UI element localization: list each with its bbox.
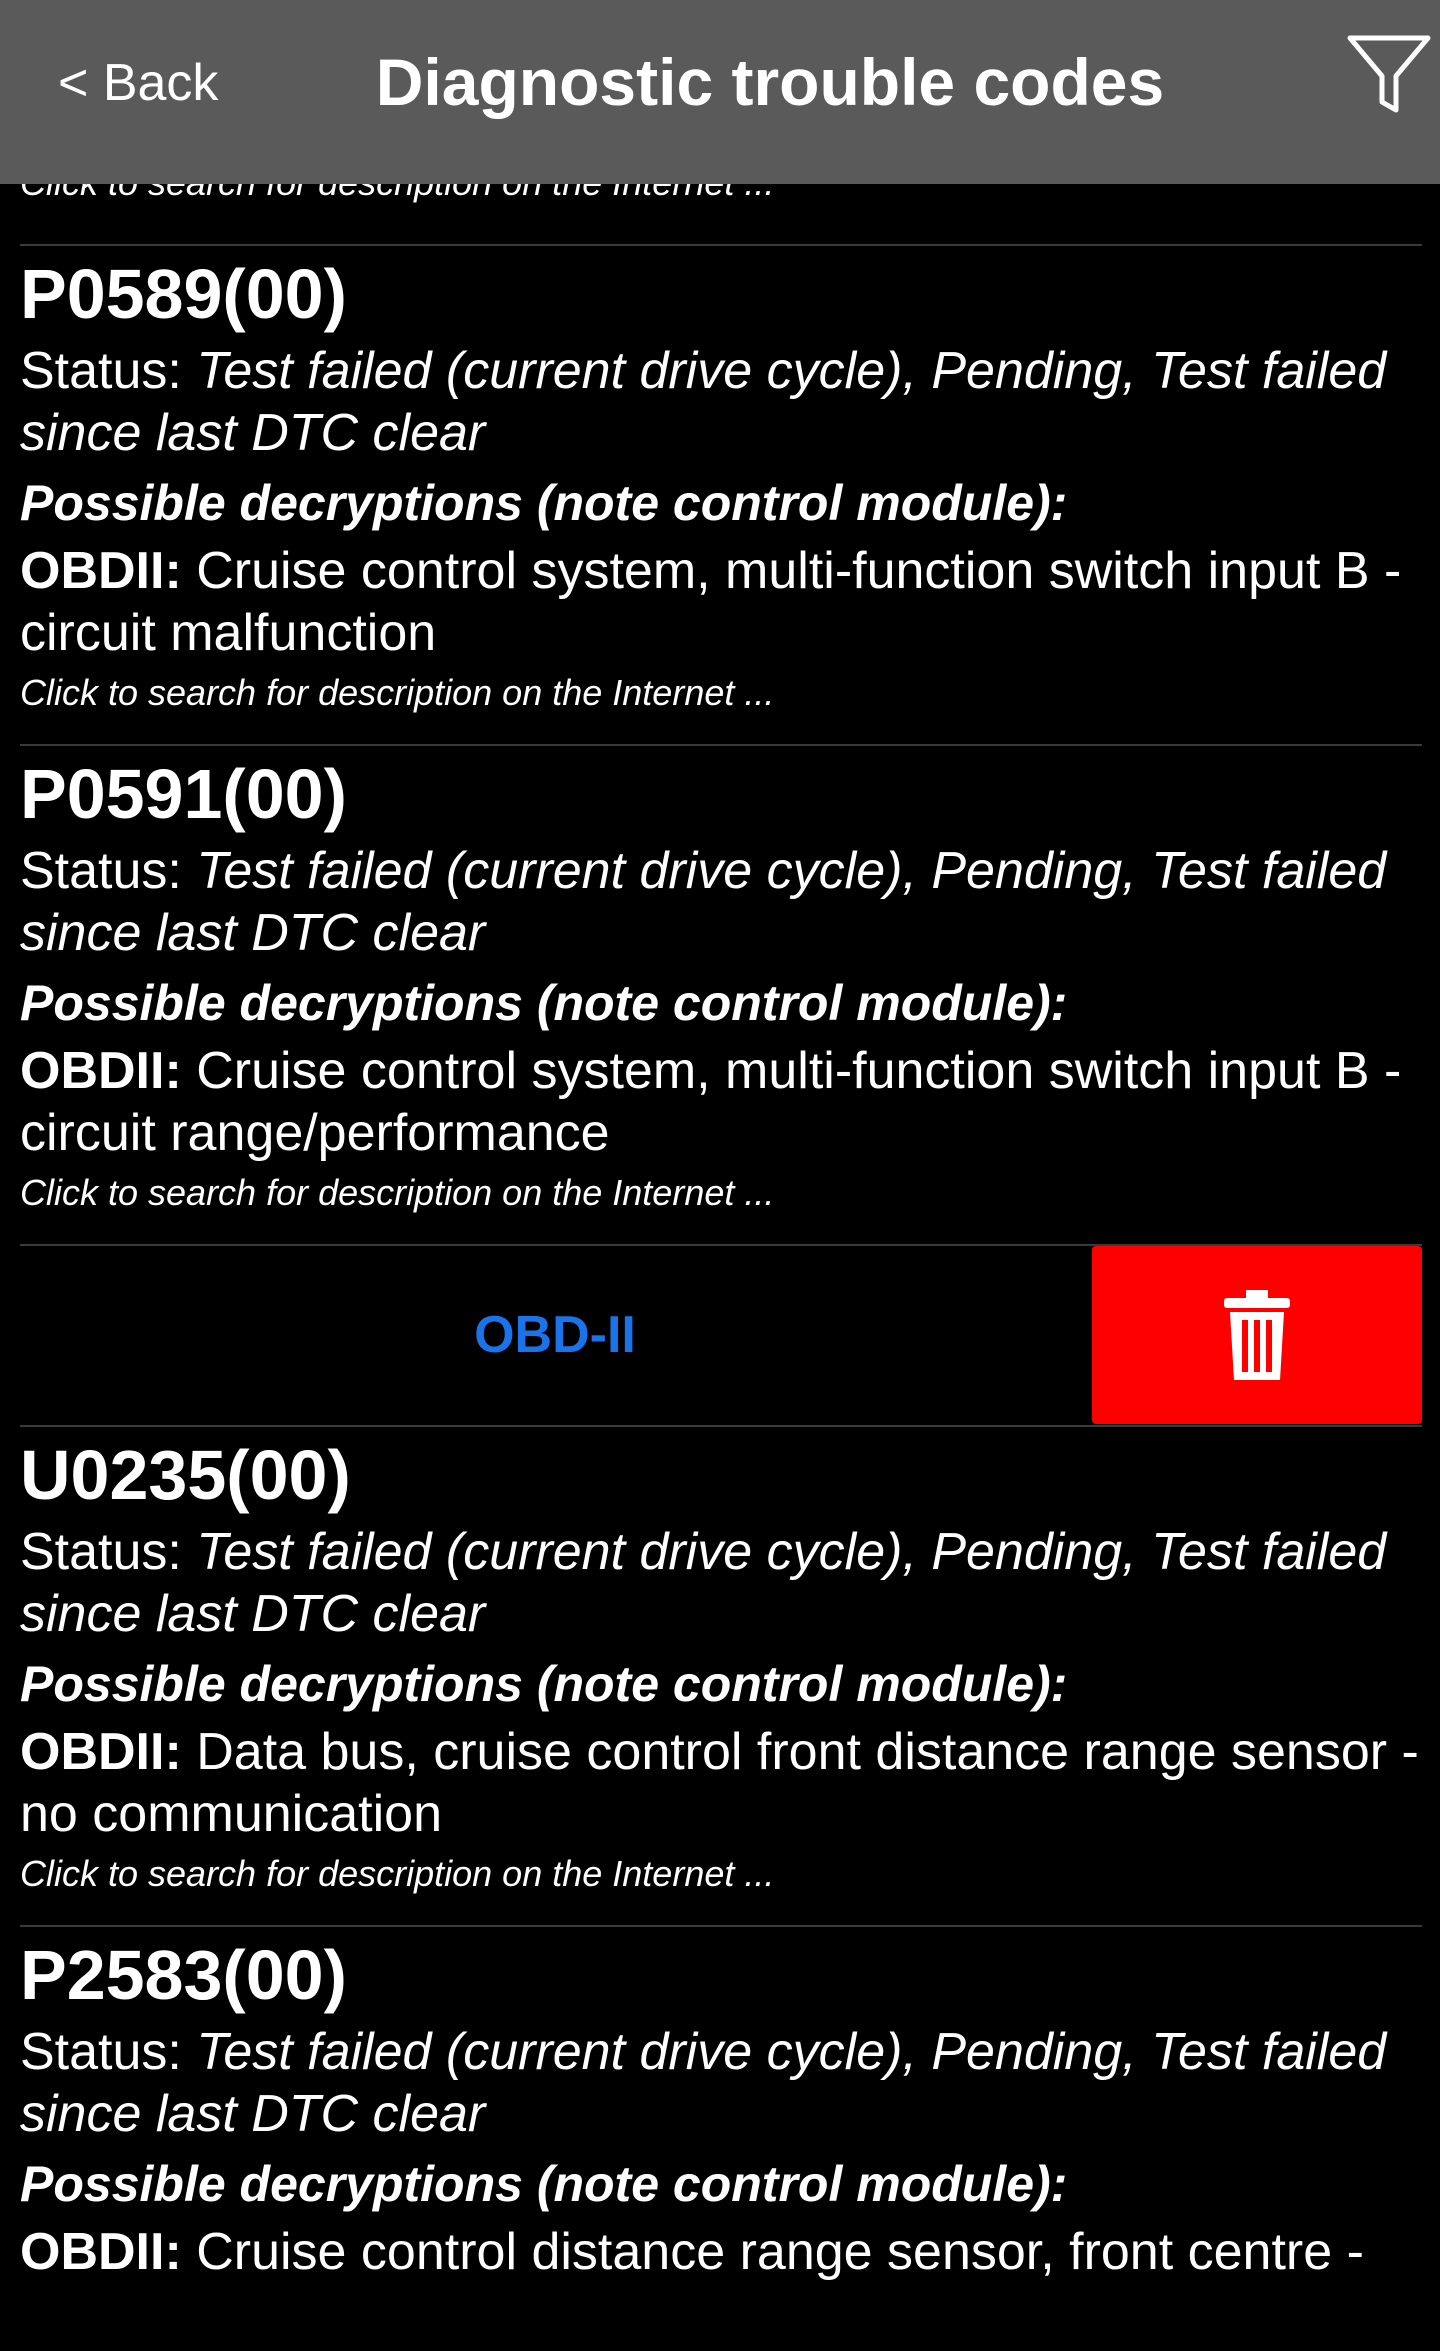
dtc-description: OBDII: Data bus, cruise control front di…	[20, 1721, 1420, 1845]
possible-decryptions-label: Possible decryptions (note control modul…	[20, 475, 1068, 531]
search-internet-link[interactable]: Click to search for description on the I…	[20, 668, 1420, 718]
dtc-description: OBDII: Cruise control system, multi-func…	[20, 540, 1420, 664]
desc-label: OBDII:	[20, 1042, 182, 1100]
status-value: Test failed (current drive cycle), Pendi…	[20, 842, 1387, 962]
possible-decryptions-label: Possible decryptions (note control modul…	[20, 1656, 1068, 1712]
dtc-list: Click to search for description on the I…	[0, 184, 1440, 2351]
dtc-code: P0589(00)	[20, 255, 347, 333]
dtc-status: Status: Test failed (current drive cycle…	[20, 2021, 1420, 2145]
search-internet-link[interactable]: Click to search for description on the I…	[20, 1168, 1420, 1218]
status-value: Test failed (current drive cycle), Pendi…	[20, 2023, 1387, 2143]
desc-value: Cruise control system, multi-function sw…	[20, 542, 1402, 662]
possible-decryptions-label: Possible decryptions (note control modul…	[20, 2156, 1068, 2212]
desc-value: Cruise control system, multi-function sw…	[20, 1042, 1402, 1162]
dtc-entry[interactable]: P0589(00) Status: Test failed (current d…	[20, 246, 1420, 718]
dtc-status: Status: Test failed (current drive cycle…	[20, 840, 1420, 964]
dtc-description: OBDII: Cruise control system, multi-func…	[20, 1040, 1420, 1164]
dtc-description: OBDII: Cruise control distance range sen…	[20, 2221, 1420, 2283]
filter-button[interactable]	[1344, 30, 1440, 130]
status-value: Test failed (current drive cycle), Pendi…	[20, 342, 1387, 462]
dtc-code: P2583(00)	[20, 1936, 347, 2014]
dtc-entry[interactable]: P0591(00) Status: Test failed (current d…	[20, 746, 1420, 1218]
dtc-status: Status: Test failed (current drive cycle…	[20, 1521, 1420, 1645]
desc-label: OBDII:	[20, 2223, 182, 2281]
app-bar: < Back Diagnostic trouble codes	[0, 0, 1440, 184]
dtc-entry[interactable]: P2583(00) Status: Test failed (current d…	[20, 1927, 1420, 2283]
dtc-code: U0235(00)	[20, 1436, 351, 1514]
desc-value: Data bus, cruise control front distance …	[20, 1723, 1419, 1843]
delete-button[interactable]	[1092, 1246, 1422, 1424]
status-label: Status:	[20, 342, 182, 400]
status-label: Status:	[20, 842, 182, 900]
desc-label: OBDII:	[20, 1723, 182, 1781]
status-label: Status:	[20, 1523, 182, 1581]
filter-funnel-icon	[1347, 35, 1431, 113]
dtc-status: Status: Test failed (current drive cycle…	[20, 340, 1420, 464]
module-group-label[interactable]: OBD-II	[20, 1246, 1090, 1424]
page-title: Diagnostic trouble codes	[375, 45, 1165, 119]
search-link-clipped[interactable]: Click to search for description on the I…	[20, 184, 774, 206]
possible-decryptions-label: Possible decryptions (note control modul…	[20, 975, 1068, 1031]
search-internet-link[interactable]: Click to search for description on the I…	[20, 1849, 1420, 1899]
dtc-code: P0591(00)	[20, 755, 347, 833]
module-group-row: OBD-II	[20, 1246, 1422, 1424]
status-label: Status:	[20, 2023, 182, 2081]
dtc-entry[interactable]: U0235(00) Status: Test failed (current d…	[20, 1427, 1420, 1899]
back-button[interactable]: < Back	[58, 50, 218, 116]
desc-value: Cruise control distance range sensor, fr…	[196, 2223, 1364, 2281]
trash-icon	[1224, 1290, 1290, 1380]
status-value: Test failed (current drive cycle), Pendi…	[20, 1523, 1387, 1643]
desc-label: OBDII:	[20, 542, 182, 600]
